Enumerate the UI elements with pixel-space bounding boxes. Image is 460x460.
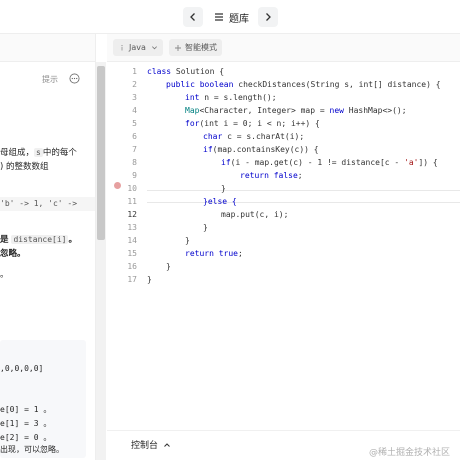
watermark: @稀土掘金技术社区: [369, 448, 451, 458]
menu-icon: [215, 13, 223, 21]
info-icon: [121, 44, 123, 50]
problem-text-line: 忽略。: [0, 249, 26, 259]
problem-scrollbar-thumb[interactable]: [97, 66, 105, 240]
example-line: e[1] = 3 。: [0, 419, 52, 428]
line-number: 10: [127, 184, 137, 193]
bottom-bar: 控制台 @稀土掘金技术社区: [107, 430, 460, 460]
chevron-left-icon: [190, 13, 195, 21]
code-line: }: [147, 275, 152, 284]
smart-mode-button[interactable]: 智能模式: [169, 39, 222, 56]
example-line: e[0] = 1 。: [0, 405, 52, 414]
problem-text-line: ) 的整数数组: [0, 162, 49, 172]
line-number: 4: [132, 106, 137, 115]
top-bar: 题库: [0, 0, 460, 34]
line-number: 1: [132, 67, 137, 76]
code-line: Map<Character, Integer> map = new HashMa…: [185, 106, 407, 115]
code-line-active: map.put(c, i);: [221, 210, 289, 219]
code-line: }: [203, 223, 208, 232]
line-number: 11: [127, 197, 137, 206]
example-line: 出现，可以忽略。: [0, 445, 64, 454]
problem-panel: 提示 母组成， s 中的每个 ) 的整数数组 'b' -> 1, 'c' -> 是 …: [0, 34, 96, 460]
line-number: 3: [132, 93, 137, 102]
console-label: 控制台: [131, 441, 159, 451]
line-number: 13: [127, 223, 137, 232]
line-number: 17: [127, 275, 137, 284]
code-line: if(i - map.get(c) - 1 != distance[c - 'a…: [221, 158, 438, 167]
code-line: return true;: [185, 249, 243, 258]
line-number: 15: [127, 249, 137, 258]
problem-tabs-bar: [0, 34, 95, 62]
code-line: }: [185, 236, 190, 245]
problem-bank-label: 题库: [229, 13, 249, 25]
hint-label[interactable]: 提示: [42, 74, 58, 85]
line-number: 14: [127, 236, 137, 245]
problem-code-line: 'b' -> 1, 'c' ->: [0, 197, 95, 211]
example-line: ,0,0,0,0]: [0, 364, 44, 373]
example-line: e[2] = 0 。: [0, 433, 52, 442]
console-toggle-button[interactable]: 控制台: [131, 438, 171, 451]
chevron-down-icon: [151, 46, 157, 50]
line-number: 9: [132, 171, 137, 180]
active-line-highlight: [147, 190, 460, 203]
problem-text-line: 是 distance[i]。: [0, 235, 77, 245]
language-select[interactable]: Java: [113, 39, 163, 56]
line-number: 2: [132, 80, 137, 89]
chevron-up-icon: [164, 442, 170, 447]
line-number: 5: [132, 119, 137, 128]
next-problem-button[interactable]: [258, 7, 278, 27]
example-box: ,0,0,0,0] e[0] = 1 。 e[1] = 3 。 e[2] = 0…: [0, 340, 86, 458]
code-line: if(map.containsKey(c)) {: [203, 145, 319, 154]
code-line: for(int i = 0; i < n; i++) {: [185, 119, 320, 128]
code-editor[interactable]: 1 2 3 4 5 6 7 8 9 10 11 12 13 14 15 16 1…: [107, 62, 460, 430]
code-line: public boolean checkDistances(String s, …: [166, 80, 441, 89]
code-line: }else {: [203, 197, 237, 206]
prev-problem-button[interactable]: [183, 7, 203, 27]
line-number-active: 12: [127, 210, 137, 219]
chevron-right-icon: [266, 13, 271, 21]
problem-bank-button[interactable]: 题库: [214, 9, 249, 25]
code-line: class Solution {: [147, 67, 225, 76]
code-line: }: [221, 184, 226, 193]
line-number: 8: [132, 158, 137, 167]
problem-text-line: 。: [0, 270, 9, 280]
smart-mode-label: 智能模式: [185, 43, 217, 52]
code-line: int n = s.length();: [185, 93, 277, 102]
problem-text-line: 母组成， s 中的每个: [0, 148, 77, 158]
code-line: }: [166, 262, 171, 271]
code-line: char c = s.charAt(i);: [203, 132, 305, 141]
line-number: 16: [127, 262, 137, 271]
editor-toolbar: Java 智能模式: [107, 34, 460, 62]
language-label: Java: [129, 43, 146, 52]
line-number: 6: [132, 132, 137, 141]
more-icon[interactable]: [69, 73, 80, 84]
plus-icon: [175, 44, 181, 51]
code-line: return false;: [240, 171, 303, 180]
line-number: 7: [132, 145, 137, 154]
